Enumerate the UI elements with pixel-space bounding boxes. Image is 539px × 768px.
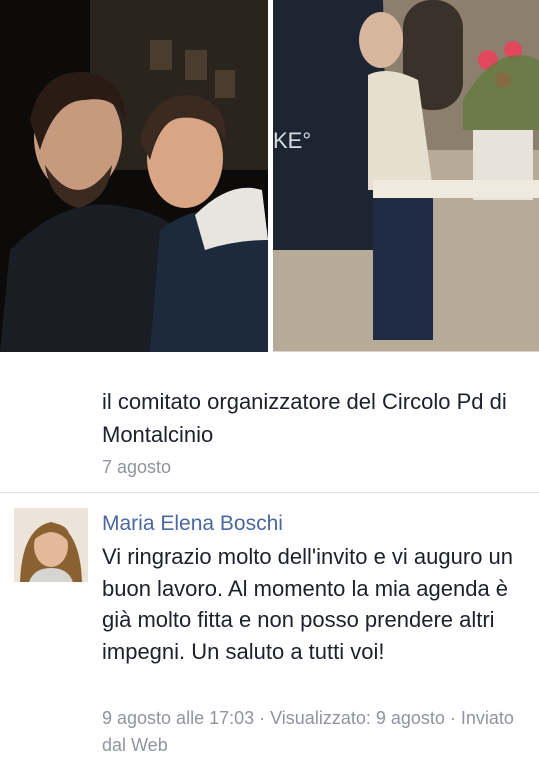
previous-message-text: il comitato organizzatore del Circolo Pd… — [102, 389, 507, 447]
previous-message-date: 7 agosto — [102, 457, 172, 477]
svg-text:KE°: KE° — [273, 128, 311, 153]
reply-message-meta: 9 agosto alle 17:03 · Visualizzato: 9 ag… — [102, 708, 514, 755]
sender-name[interactable]: Maria Elena Boschi — [102, 512, 283, 536]
reply-message-text: Vi ringrazio molto dell'invito e vi augu… — [102, 544, 514, 664]
shared-photos: KE° — [0, 0, 539, 352]
message-divider — [0, 492, 539, 493]
avatar[interactable] — [14, 508, 88, 582]
elderly-man-cafe-photo[interactable]: KE° — [273, 0, 539, 352]
couple-night-photo[interactable] — [0, 0, 268, 352]
